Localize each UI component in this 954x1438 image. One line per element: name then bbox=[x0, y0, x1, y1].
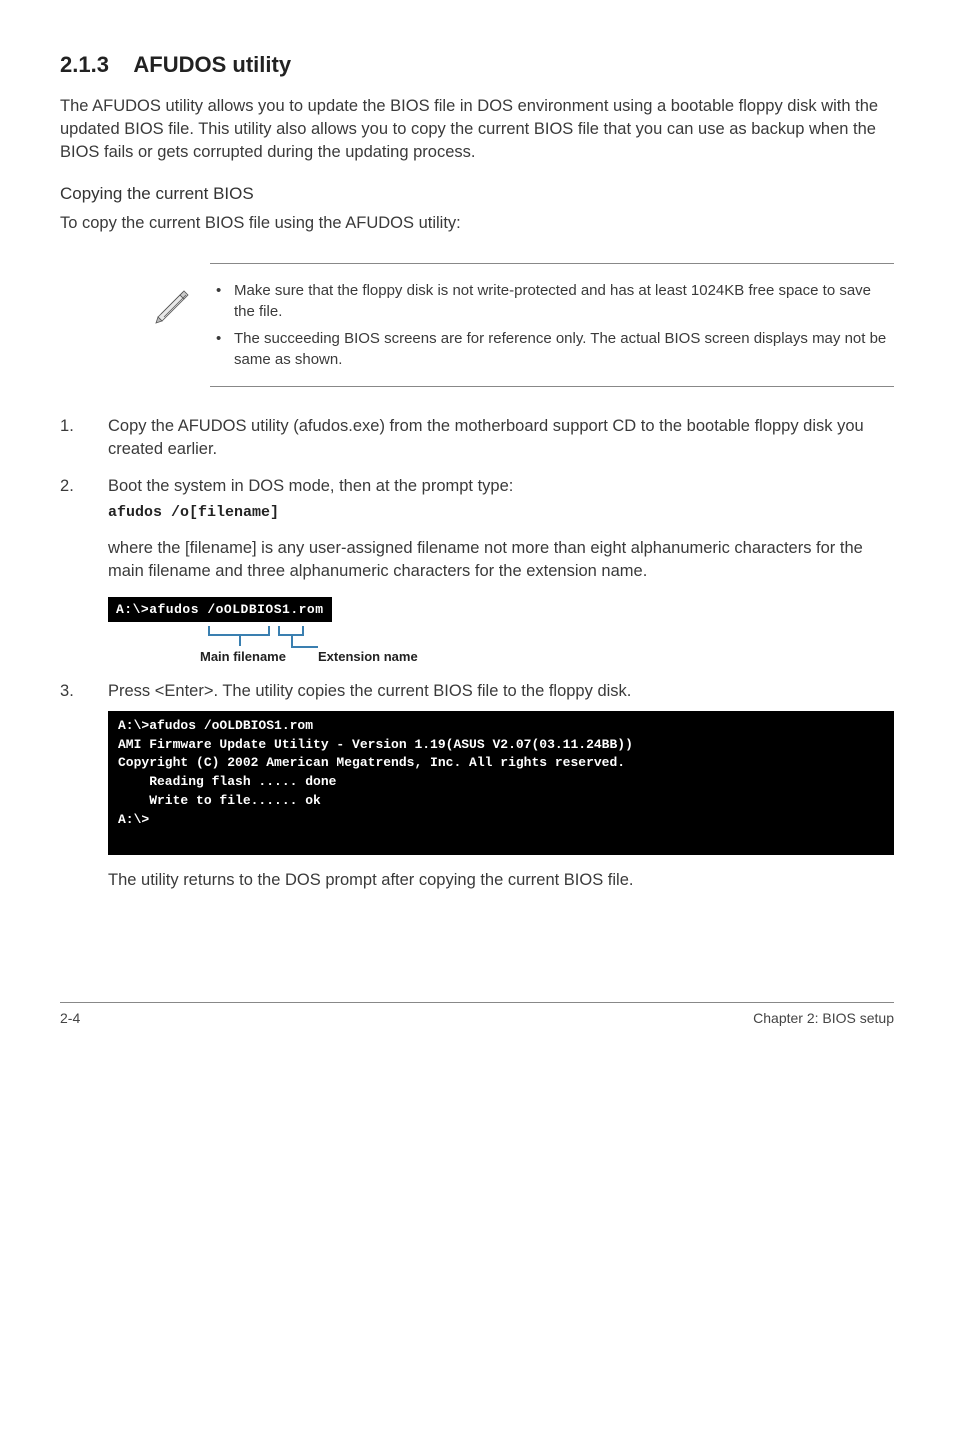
page-number: 2-4 bbox=[60, 1009, 80, 1029]
step-3: Press <Enter>. The utility copies the cu… bbox=[60, 680, 894, 892]
note-box: Make sure that the floppy disk is not wr… bbox=[150, 263, 894, 387]
note-item: The succeeding BIOS screens are for refe… bbox=[234, 328, 894, 370]
subintro-paragraph: To copy the current BIOS file using the … bbox=[60, 212, 894, 235]
terminal-prompt-small: A:\>afudos /oOLDBIOS1.rom bbox=[108, 597, 332, 621]
chapter-label: Chapter 2: BIOS setup bbox=[753, 1009, 894, 1029]
closing-paragraph: The utility returns to the DOS prompt af… bbox=[108, 869, 894, 892]
section-heading: 2.1.3 AFUDOS utility bbox=[60, 50, 894, 81]
step-2-text: Boot the system in DOS mode, then at the… bbox=[108, 477, 513, 495]
pencil-icon bbox=[150, 263, 210, 332]
page-footer: 2-4 Chapter 2: BIOS setup bbox=[60, 1002, 894, 1029]
extension-name-label: Extension name bbox=[318, 648, 418, 666]
steps-list: Copy the AFUDOS utility (afudos.exe) fro… bbox=[60, 415, 894, 892]
note-content: Make sure that the floppy disk is not wr… bbox=[210, 263, 894, 387]
step-2-command: afudos /o[filename] bbox=[108, 502, 894, 523]
section-title-text: AFUDOS utility bbox=[133, 52, 291, 77]
subheading: Copying the current BIOS bbox=[60, 182, 894, 206]
section-number: 2.1.3 bbox=[60, 52, 109, 77]
step-1-text: Copy the AFUDOS utility (afudos.exe) fro… bbox=[108, 417, 864, 458]
terminal-output: A:\>afudos /oOLDBIOS1.rom AMI Firmware U… bbox=[108, 711, 894, 855]
step-3-text: Press <Enter>. The utility copies the cu… bbox=[108, 682, 631, 700]
main-filename-label: Main filename bbox=[200, 648, 286, 666]
note-item: Make sure that the floppy disk is not wr… bbox=[234, 280, 894, 322]
step-2: Boot the system in DOS mode, then at the… bbox=[60, 475, 894, 665]
intro-paragraph: The AFUDOS utility allows you to update … bbox=[60, 95, 894, 164]
step-2-after: where the [filename] is any user-assigne… bbox=[108, 537, 894, 583]
step-1: Copy the AFUDOS utility (afudos.exe) fro… bbox=[60, 415, 894, 461]
